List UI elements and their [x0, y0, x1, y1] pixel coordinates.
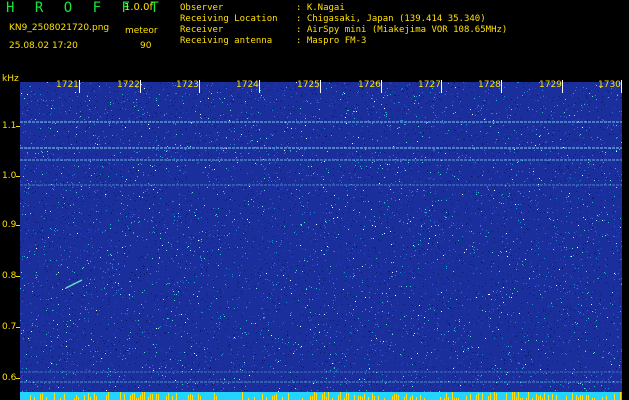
- time-tick-label: 1729: [539, 80, 562, 90]
- info-key: Receiver: [180, 25, 224, 35]
- y-tick-mark: [16, 378, 20, 379]
- info-value: : Chigasaki, Japan (139.414 35.340): [296, 14, 486, 24]
- station-info: Observer : K.Nagai Receiving Location : Ch…: [180, 3, 507, 47]
- time-tick-mark: [320, 80, 321, 93]
- info-key: Receiving antenna: [180, 36, 273, 46]
- info-row-antenna: Receiving antenna : Maspro FM-3: [180, 36, 507, 47]
- y-tick-label: 0.9: [2, 220, 17, 230]
- info-value: : K.Nagai: [296, 3, 345, 13]
- info-value: : AirSpy mini (Miakejima VOR 108.65MHz): [296, 25, 508, 35]
- y-axis-labels: 1.1 1.0 0.9 0.8 0.7 0.6: [0, 0, 20, 400]
- y-tick-mark: [16, 126, 20, 127]
- time-tick-mark: [140, 80, 141, 93]
- spectrogram-plot: [20, 82, 622, 400]
- y-tick-label: 0.8: [2, 271, 17, 281]
- y-tick-mark: [16, 276, 20, 277]
- y-tick-label: 1.0: [2, 171, 17, 181]
- y-tick-mark: [16, 176, 20, 177]
- time-tick-label: 1725: [297, 80, 320, 90]
- time-tick-label: 1730: [598, 80, 621, 90]
- info-row-observer: Observer : K.Nagai: [180, 3, 507, 14]
- y-tick-label: 0.6: [2, 373, 17, 383]
- info-value: : Maspro FM-3: [296, 36, 367, 46]
- time-tick-mark: [259, 80, 260, 93]
- time-tick-mark: [381, 80, 382, 93]
- time-tick-mark: [621, 80, 622, 93]
- time-tick-mark: [79, 80, 80, 93]
- info-row-receiver: Receiver : AirSpy mini (Miakejima VOR 108…: [180, 25, 507, 36]
- time-tick-label: 1724: [236, 80, 259, 90]
- y-tick-label: 0.7: [2, 322, 17, 332]
- time-tick-mark: [199, 80, 200, 93]
- time-tick-label: 1726: [358, 80, 381, 90]
- version-label: 1.0.0f: [124, 2, 153, 13]
- spectrogram-window: H R O F F T 1.0.0f KN9_2508021720.png me…: [0, 0, 629, 400]
- mode-label: meteor: [125, 26, 158, 36]
- time-tick-mark: [562, 80, 563, 93]
- time-tick-label: 1723: [176, 80, 199, 90]
- level-bar: [20, 392, 622, 400]
- time-tick-label: 1721: [56, 80, 79, 90]
- y-tick-mark: [16, 327, 20, 328]
- info-key: Receiving Location: [180, 14, 278, 24]
- number-label: 90: [140, 41, 152, 51]
- time-tick-label: 1722: [117, 80, 140, 90]
- y-tick-mark: [16, 225, 20, 226]
- info-key: Observer: [180, 3, 224, 13]
- time-tick-label: 1728: [478, 80, 501, 90]
- info-row-location: Receiving Location : Chigasaki, Japan (13…: [180, 14, 507, 25]
- time-tick-mark: [501, 80, 502, 93]
- y-tick-label: 1.1: [2, 121, 17, 131]
- time-tick-label: 1727: [418, 80, 441, 90]
- spectrogram-canvas: [20, 82, 622, 400]
- filename-label: KN9_2508021720.png: [9, 23, 110, 33]
- time-tick-mark: [441, 80, 442, 93]
